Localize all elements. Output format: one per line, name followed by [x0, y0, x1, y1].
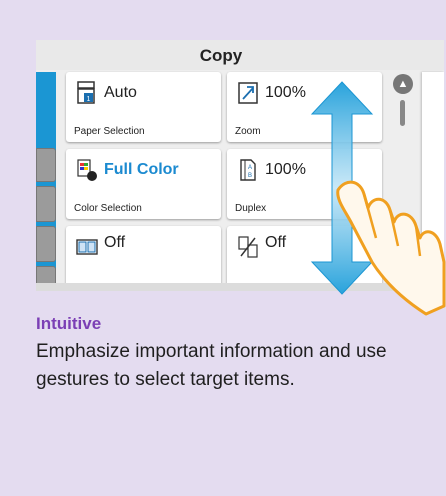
feature-card: Copy 1 Auto Paper Selection 100% Zoom Fu… — [0, 0, 446, 496]
feature-heading: Intuitive — [36, 314, 102, 333]
gesture-overlay — [310, 81, 446, 316]
swipe-hand-icon — [336, 180, 446, 316]
feature-description: Emphasize important information and use … — [36, 341, 387, 390]
